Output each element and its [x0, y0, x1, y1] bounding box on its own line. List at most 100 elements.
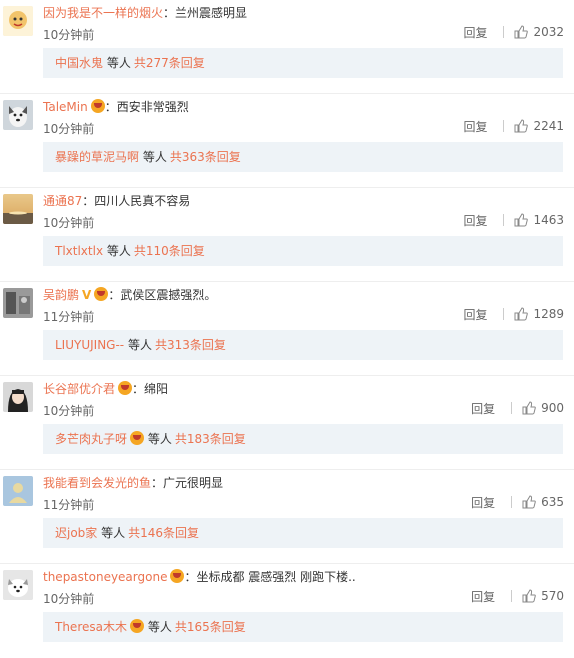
reply-username-link[interactable]: 暴躁的草泥马啊	[55, 150, 139, 164]
username-link[interactable]: 吴韵鹏	[43, 288, 79, 302]
comment-item: thepastoneyeargone ：坐标成都 震感强烈 刚跑下楼.. 10分钟…	[0, 564, 574, 658]
reply-button[interactable]: 回复	[471, 494, 495, 511]
avatar[interactable]	[3, 476, 33, 506]
reply-etc-text: 等人	[106, 56, 131, 70]
reply-username-link[interactable]: 迟job家	[55, 526, 97, 540]
colon-separator: ：	[104, 100, 117, 114]
reply-total-link[interactable]: 共165条回复	[175, 620, 246, 634]
thumbs-up-icon	[514, 307, 529, 321]
reply-button[interactable]: 回复	[471, 588, 495, 605]
comment-line: 我能看到会发光的鱼：广元很明显	[43, 475, 223, 491]
reply-total-link[interactable]: 共277条回复	[134, 56, 205, 70]
colon-separator: ：	[151, 476, 164, 490]
comment-item: TaleMin ：西安非常强烈 10分钟前 回复 2241 暴躁的草泥马啊 等人共…	[0, 94, 574, 188]
like-button[interactable]: 2241	[514, 119, 564, 133]
reply-total-link[interactable]: 共110条回复	[134, 244, 205, 258]
reply-summary[interactable]: 中国水鬼 等人 共277条回复	[43, 48, 563, 78]
like-button[interactable]: 2032	[514, 25, 564, 39]
reply-summary[interactable]: Tlxtlxtlx 等人 共110条回复	[43, 236, 563, 266]
comment-text: 西安非常强烈	[116, 100, 189, 114]
member-badge-icon	[170, 569, 185, 583]
member-badge-icon	[90, 99, 105, 113]
comment-text: 兰州震感明显	[175, 6, 248, 20]
reply-button[interactable]: 回复	[463, 24, 487, 41]
thumbs-up-icon	[522, 401, 536, 415]
username-link[interactable]: thepastoneyeargone	[43, 570, 167, 584]
comment-item: 我能看到会发光的鱼：广元很明显 11分钟前 回复 635 迟job家 等人 共14…	[0, 470, 574, 564]
username-link[interactable]: TaleMin	[43, 100, 88, 114]
reply-total-link[interactable]: 共363条回复	[170, 150, 241, 164]
reply-summary[interactable]: LIUYUJING-- 等人 共313条回复	[43, 330, 563, 360]
avatar[interactable]	[3, 570, 33, 600]
reply-summary[interactable]: 暴躁的草泥马啊 等人 共363条回复	[43, 142, 563, 172]
username-link[interactable]: 我能看到会发光的鱼	[43, 476, 151, 490]
username-link[interactable]: 因为我是不一样的烟火	[43, 6, 163, 20]
like-button[interactable]: 1463	[514, 213, 564, 227]
reply-username-link[interactable]: LIUYUJING--	[55, 338, 124, 352]
comment-actions: 回复 570	[471, 588, 564, 604]
reply-username-link[interactable]: 多芒肉丸子呀	[55, 432, 127, 446]
reply-summary[interactable]: 多芒肉丸子呀 等人 共183条回复	[43, 424, 563, 454]
reply-summary[interactable]: 迟job家 等人 共146条回复	[43, 518, 563, 548]
divider	[503, 214, 505, 226]
username-link[interactable]: 长谷部优介君	[43, 382, 115, 396]
reply-etc-text: 等人	[101, 526, 126, 540]
username-link[interactable]: 通通87	[43, 194, 82, 208]
reply-button[interactable]: 回复	[463, 118, 487, 135]
colon-separator: ：	[163, 6, 176, 20]
comment-actions: 回复 1289	[463, 306, 564, 322]
reply-username-link[interactable]: Tlxtlxtlx	[55, 244, 103, 258]
member-badge-icon	[118, 381, 133, 395]
like-button[interactable]: 1289	[514, 307, 564, 321]
comment-text: 坐标成都 震感强烈 刚跑下楼..	[196, 570, 356, 584]
member-badge-icon	[129, 619, 144, 633]
like-count: 635	[541, 495, 564, 509]
like-button[interactable]: 635	[522, 495, 564, 509]
like-button[interactable]: 570	[522, 589, 564, 603]
thumbs-up-icon	[522, 495, 536, 509]
comment-actions: 回复 635	[471, 494, 564, 510]
comment-item: 吴韵鹏 V ：武侯区震撼强烈。 11分钟前 回复 1289 LIUYUJING-- …	[0, 282, 574, 376]
comment-line: 因为我是不一样的烟火：兰州震感明显	[43, 5, 247, 21]
reply-total-link[interactable]: 共146条回复	[128, 526, 199, 540]
like-count: 570	[541, 589, 564, 603]
member-badge-icon	[94, 287, 109, 301]
comment-text: 广元很明显	[163, 476, 224, 490]
reply-button[interactable]: 回复	[463, 306, 487, 323]
comment-text: 四川人民真不容易	[94, 194, 191, 208]
avatar[interactable]	[3, 194, 33, 224]
divider	[503, 308, 505, 320]
avatar[interactable]	[3, 288, 33, 318]
comment-item: 通通87：四川人民真不容易 10分钟前 回复 1463 Tlxtlxtlx 等人…	[0, 188, 574, 282]
divider	[511, 496, 513, 508]
colon-separator: ：	[82, 194, 95, 208]
reply-etc-text: 等人	[127, 338, 152, 352]
timestamp: 10分钟前	[43, 404, 95, 418]
divider	[511, 590, 513, 602]
comment-line: thepastoneyeargone ：坐标成都 震感强烈 刚跑下楼..	[43, 569, 356, 585]
timestamp: 10分钟前	[43, 122, 95, 136]
like-count: 2032	[533, 25, 564, 39]
reply-button[interactable]: 回复	[463, 212, 487, 229]
like-button[interactable]: 900	[522, 401, 564, 415]
reply-etc-text: 等人	[147, 620, 172, 634]
comment-list: 因为我是不一样的烟火：兰州震感明显 10分钟前 回复 2032 中国水鬼 等人共…	[0, 0, 574, 658]
comment-line: 吴韵鹏 V ：武侯区震撼强烈。	[43, 287, 216, 303]
like-count: 1289	[533, 307, 564, 321]
reply-summary[interactable]: Theresa木木 等人 共165条回复	[43, 612, 563, 642]
avatar[interactable]	[3, 6, 33, 36]
reply-total-link[interactable]: 共313条回复	[155, 338, 226, 352]
reply-button[interactable]: 回复	[471, 400, 495, 417]
timestamp: 10分钟前	[43, 28, 95, 42]
reply-username-link[interactable]: 中国水鬼	[55, 56, 103, 70]
reply-etc-text: 等人	[147, 432, 172, 446]
comment-item: 长谷部优介君 ：绵阳 10分钟前 回复 900 多芒肉丸子呀 等人 共183条回复	[0, 376, 574, 470]
avatar[interactable]	[3, 382, 33, 412]
reply-username-link[interactable]: Theresa木木	[55, 620, 127, 634]
divider	[503, 120, 505, 132]
comment-actions: 回复 1463	[463, 212, 564, 228]
avatar[interactable]	[3, 100, 33, 130]
divider	[503, 26, 505, 38]
reply-total-link[interactable]: 共183条回复	[175, 432, 246, 446]
verified-v-icon: V	[82, 288, 92, 302]
